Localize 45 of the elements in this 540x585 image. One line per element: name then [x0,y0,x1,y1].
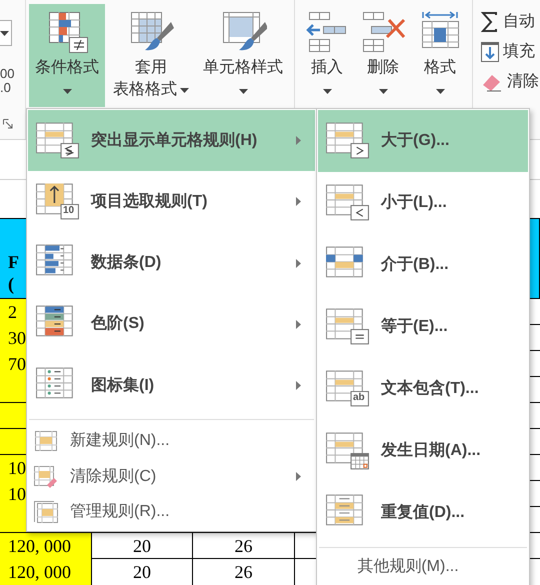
ribbon-button[interactable]: 格式 [413,4,467,107]
text-contains-icon [325,369,371,409]
ribbon-button[interactable]: 套用 表格格式 [107,4,195,107]
header-text: F [8,251,19,273]
ribbon-button[interactable]: 单元格样式 [197,4,289,107]
table-cell: 20 [92,559,193,585]
stacked-table-icon [34,501,58,524]
dialog-launcher-icon[interactable] [3,119,13,129]
caret-icon [436,89,444,94]
highlight-rules-icon [35,120,81,161]
sigma-icon [481,12,499,32]
eraser-icon [481,72,503,92]
menu-item[interactable]: 其他规则(M)... [317,548,529,585]
caret-icon [180,88,189,92]
menu-item[interactable]: 突出显示单元格规则(H) [28,110,315,172]
editing-button[interactable]: 自动 [481,11,539,33]
ribbon-button[interactable]: 插入 [301,4,353,107]
equal-icon [325,307,371,347]
table-cell: 26 [193,559,295,585]
insert-cells-icon [305,10,349,54]
table-cell: 120, 000 [0,559,92,585]
editing-button[interactable]: 清除 [481,71,539,93]
menu-item[interactable]: 大于(G)... [318,110,528,172]
table-eraser-icon [34,466,58,488]
caret-icon [62,89,72,94]
editing-button[interactable]: 填充 [481,41,539,63]
caret-icon [322,89,332,94]
ribbon-button[interactable]: 删除 [355,4,411,107]
top-items-icon [35,182,81,222]
calendar-table-icon [325,431,371,471]
caret-icon [378,89,388,94]
greater-than-icon [325,121,371,161]
header-text: ( [8,273,14,295]
number-format-label: .0 [0,81,11,94]
ribbon-button[interactable]: 条件格式 [29,4,105,107]
table-cell: 26 [193,533,295,560]
table-icon [34,431,58,452]
caret-icon [238,89,248,94]
number-format-label: 00 [0,67,14,80]
less-than-icon [325,183,371,223]
table-cell: 120, 000 [0,533,92,560]
caret-icon [0,30,9,36]
table-cell: 20 [92,533,193,560]
fill-down-icon [481,42,499,62]
dropdown-field[interactable] [0,20,12,46]
